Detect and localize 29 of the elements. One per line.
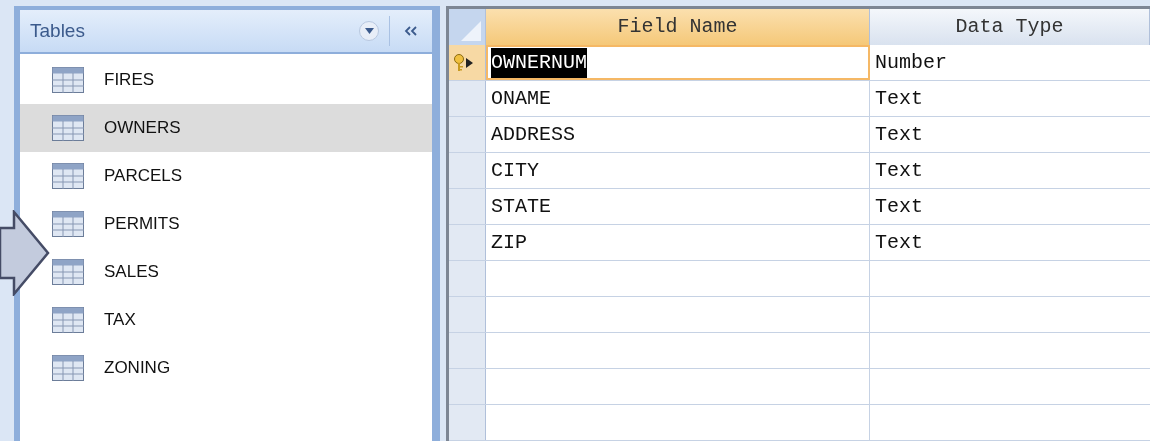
row-selector[interactable] <box>449 45 486 80</box>
data-type-cell[interactable]: Text <box>875 191 923 222</box>
data-type-cell[interactable]: Number <box>875 47 947 78</box>
table-icon <box>52 307 84 333</box>
field-name-cell[interactable]: STATE <box>491 191 551 222</box>
column-header[interactable]: Data Type <box>870 9 1150 45</box>
table-icon <box>52 259 84 285</box>
column-header[interactable]: Field Name <box>486 9 870 45</box>
field-name-cell[interactable]: OWNERNUM <box>491 47 587 78</box>
pane-title: Tables <box>30 18 86 43</box>
caret-icon <box>364 28 374 34</box>
current-row-icon <box>466 57 473 68</box>
field-name-cell[interactable]: ZIP <box>491 227 527 258</box>
corner-triangle-icon <box>461 21 481 41</box>
table-icon <box>52 163 84 189</box>
table-icon <box>52 211 84 237</box>
field-name-cell[interactable]: CITY <box>491 155 539 186</box>
key-icon <box>453 53 465 72</box>
table-icon <box>52 115 84 141</box>
field-name-cell[interactable]: ONAME <box>491 83 551 114</box>
double-chevron-icon <box>404 26 418 36</box>
data-type-cell[interactable]: Text <box>875 83 923 114</box>
data-type-cell[interactable]: Text <box>875 155 923 186</box>
field-name-cell[interactable]: ADDRESS <box>491 119 575 150</box>
table-icon <box>52 67 84 93</box>
dropdown-button[interactable] <box>359 21 379 41</box>
data-type-cell[interactable]: Text <box>875 227 923 258</box>
data-type-cell[interactable]: Text <box>875 119 923 150</box>
table-icon <box>52 355 84 381</box>
